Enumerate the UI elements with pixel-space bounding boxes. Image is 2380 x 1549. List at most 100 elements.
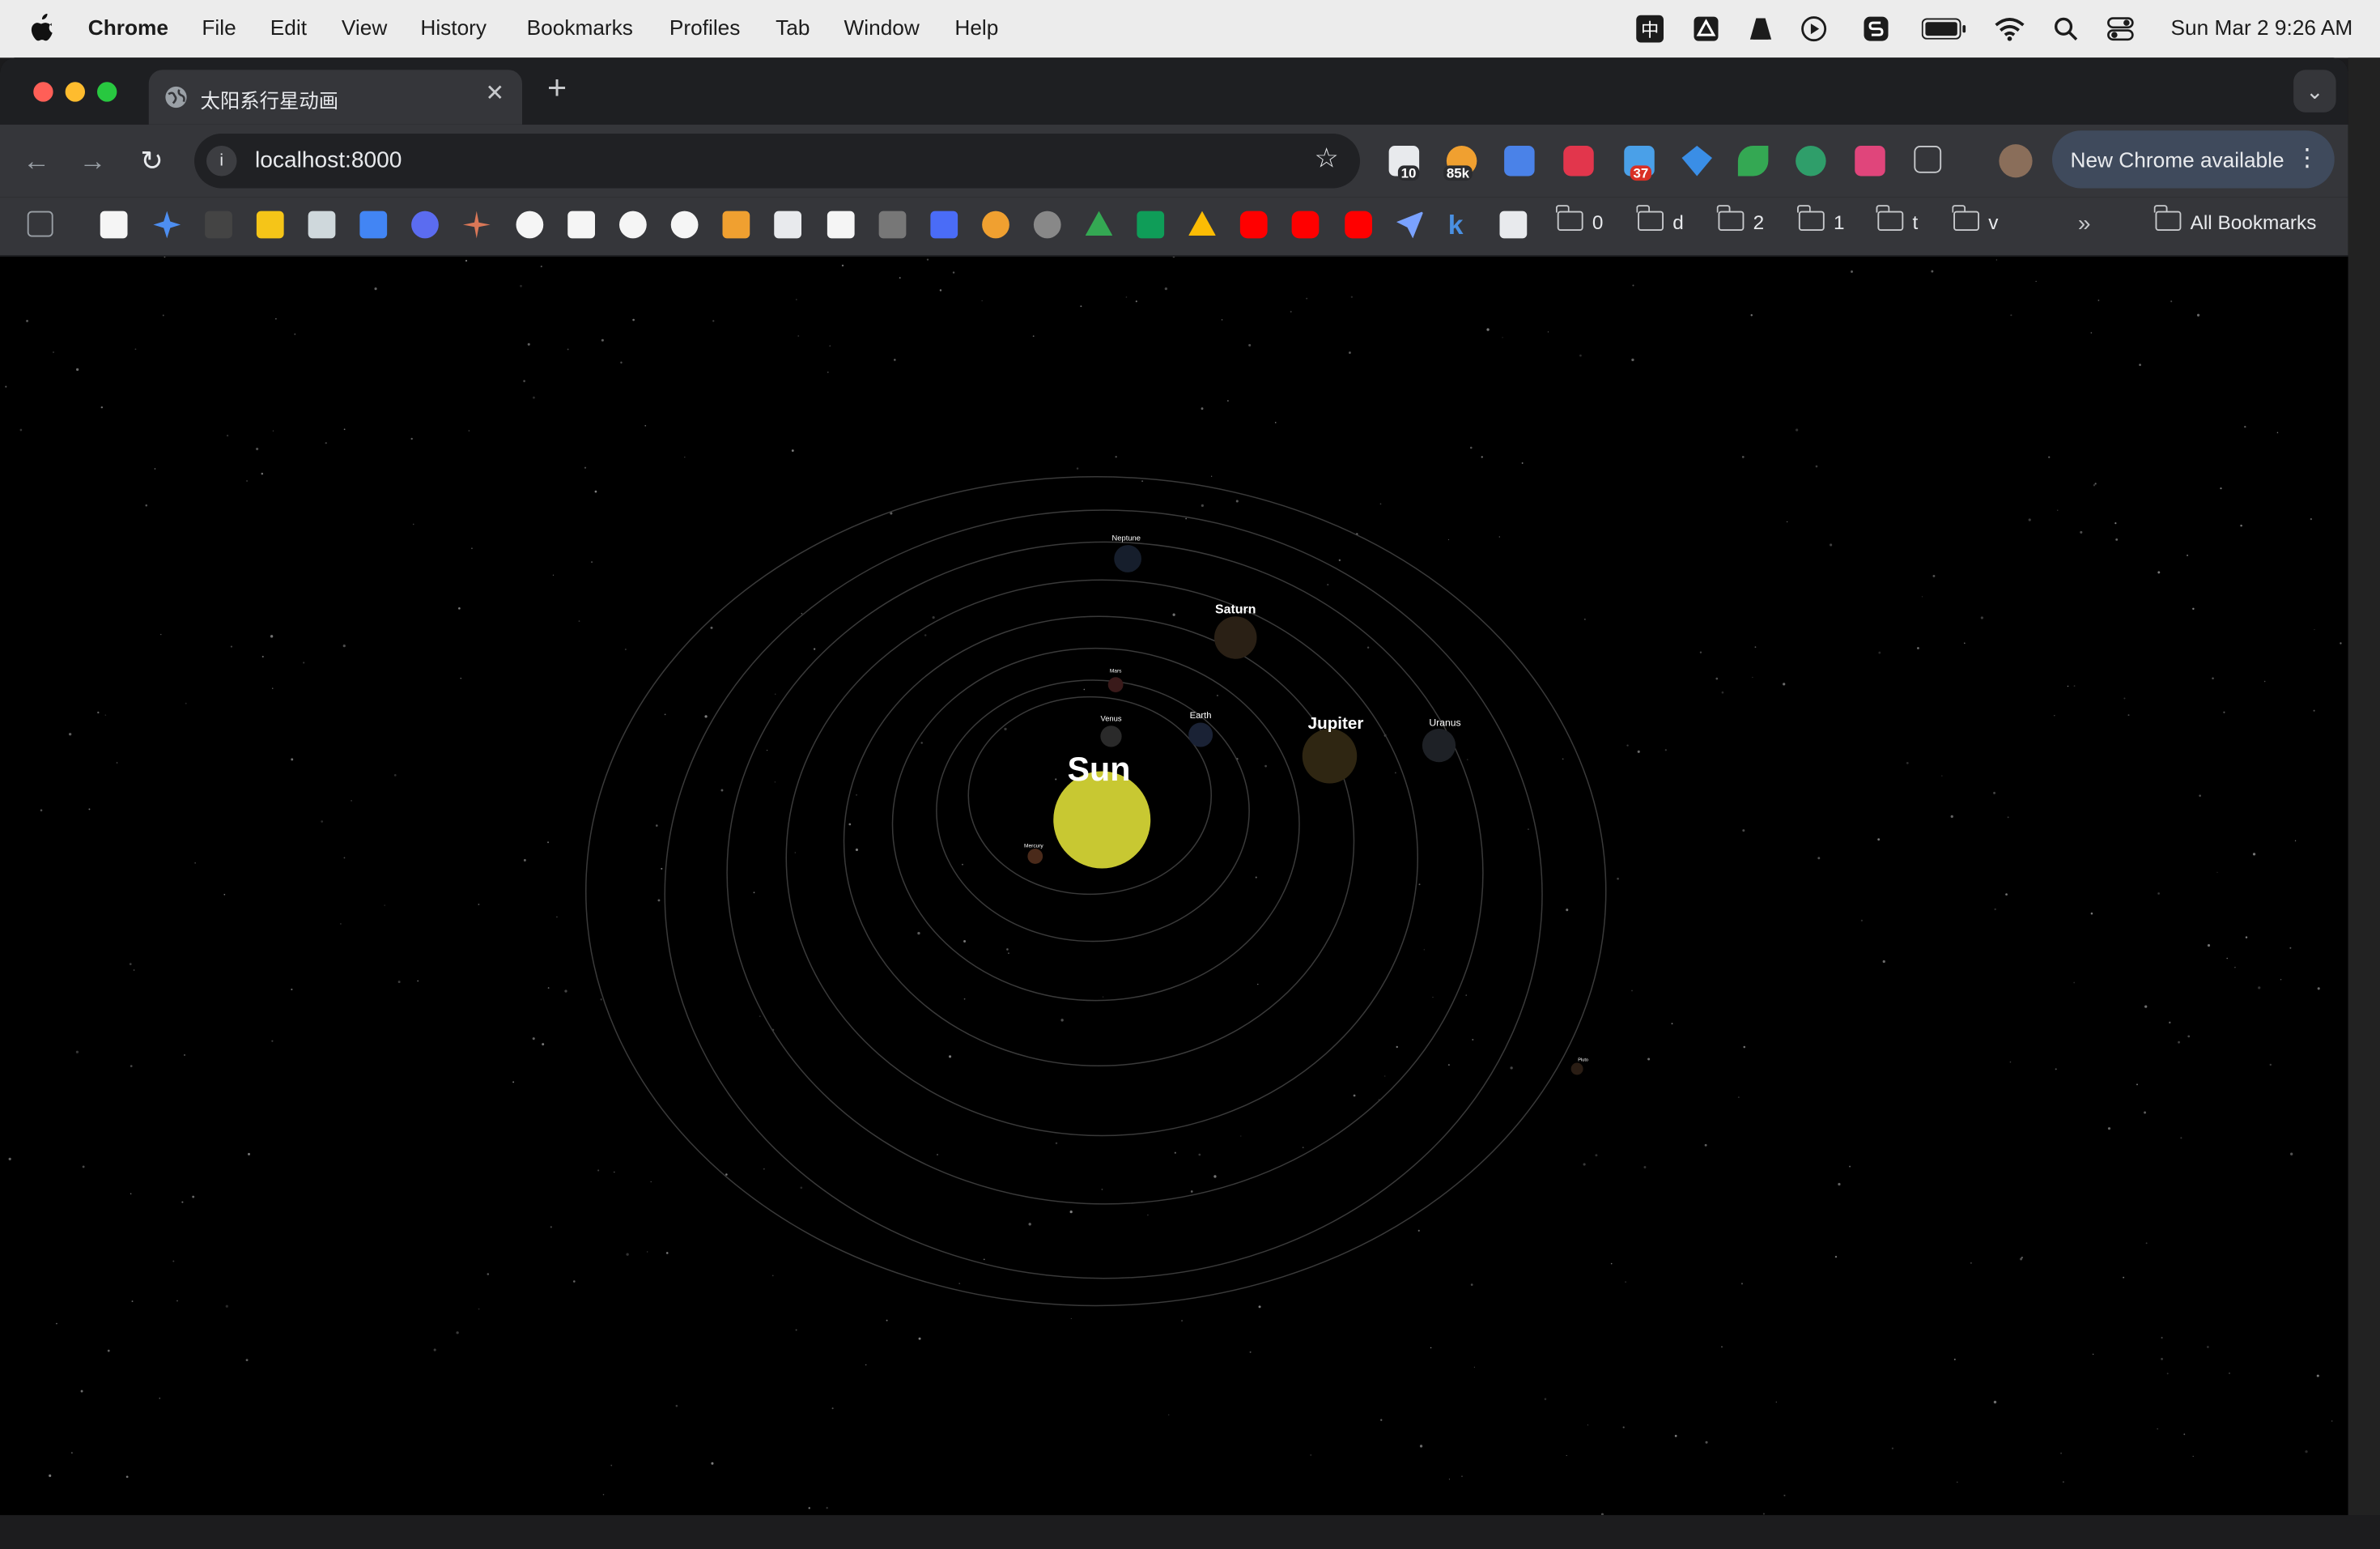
bookmark-drive-icon[interactable] — [1188, 211, 1216, 236]
bookmark-folder[interactable]: 1 — [1797, 205, 1845, 234]
star — [963, 998, 966, 1000]
tab-search-chevron-icon[interactable]: ⌄ — [2293, 70, 2336, 113]
menu-view[interactable]: View — [342, 15, 387, 40]
bookmark-folder[interactable]: 0 — [1556, 205, 1603, 234]
bookmark-favicon[interactable] — [205, 211, 232, 239]
tab-active[interactable]: 太阳系行星动画 ✕ — [148, 70, 522, 125]
extension-pocket-icon[interactable] — [1563, 146, 1594, 177]
star — [1521, 462, 1524, 464]
bookmark-translate-icon[interactable] — [359, 211, 388, 239]
wifi-icon[interactable] — [1995, 15, 2025, 43]
more-bookmarks-chevron-icon[interactable]: » — [2078, 211, 2091, 237]
bookmark-github-icon[interactable] — [670, 211, 699, 239]
zoom-window-icon[interactable] — [97, 82, 117, 102]
battery-icon[interactable] — [1921, 15, 1967, 43]
bookmark-folder[interactable]: v — [1953, 205, 1998, 234]
menu-tab[interactable]: Tab — [776, 15, 810, 40]
extension-translate-icon[interactable] — [1504, 146, 1535, 177]
apps-grid-icon[interactable] — [27, 211, 53, 237]
back-arrow-icon[interactable]: ← — [19, 143, 55, 179]
bookmark-drive-icon[interactable] — [1085, 211, 1113, 236]
planet-saturn[interactable]: Saturn — [1214, 603, 1257, 659]
bookmark-favicon[interactable] — [774, 211, 801, 239]
new-tab-icon[interactable]: + — [541, 70, 574, 106]
all-bookmarks-folder[interactable]: All Bookmarks — [2154, 205, 2316, 234]
bookmark-openai-icon[interactable] — [516, 211, 544, 239]
menu-bookmarks[interactable]: Bookmarks — [527, 15, 633, 40]
bookmark-sheets-icon[interactable] — [1137, 211, 1165, 239]
extension-quote-icon[interactable] — [1796, 146, 1826, 177]
planet-mercury[interactable]: Mercury — [1024, 843, 1043, 864]
planet-jupiter[interactable]: Jupiter — [1302, 714, 1364, 784]
bookmark-k-icon[interactable]: k — [1448, 211, 1476, 239]
reload-icon[interactable]: ↻ — [134, 143, 170, 179]
planet-pluto[interactable]: Pluto — [1570, 1058, 1588, 1075]
star — [865, 1364, 867, 1366]
play-icon[interactable] — [1800, 15, 1828, 43]
star — [2223, 711, 2225, 713]
input-method-icon[interactable]: 中 — [1636, 15, 1664, 43]
menu-window[interactable]: Window — [844, 15, 920, 40]
star — [1699, 651, 1702, 653]
solar-system-canvas[interactable]: Sun Mercury Venus Earth Mars Jupiter Sat… — [0, 256, 2348, 1516]
bookmark-folder[interactable]: 2 — [1717, 205, 1764, 234]
s-app-icon[interactable] — [1863, 15, 1890, 43]
close-window-icon[interactable] — [33, 82, 53, 102]
bookmark-rocket-icon[interactable] — [1396, 211, 1424, 239]
bookmark-favicon[interactable] — [930, 211, 958, 239]
planet-mars[interactable]: Mars — [1107, 669, 1124, 692]
star — [1469, 446, 1473, 449]
bookmark-folder[interactable]: t — [1876, 205, 1918, 234]
star — [1834, 1255, 1838, 1258]
bookmark-favicon[interactable] — [982, 211, 1009, 239]
menu-edit[interactable]: Edit — [270, 15, 307, 40]
close-tab-icon[interactable]: ✕ — [480, 79, 511, 110]
extension-leaf-icon[interactable] — [1737, 146, 1769, 177]
kebab-menu-icon[interactable]: ⋮ — [2295, 143, 2319, 173]
minimize-window-icon[interactable] — [65, 82, 85, 102]
bookmark-sparkle-icon[interactable] — [153, 211, 181, 239]
menu-help[interactable]: Help — [954, 15, 998, 40]
planet-venus[interactable]: Venus — [1100, 715, 1122, 747]
planet-neptune[interactable]: Neptune — [1112, 534, 1141, 572]
control-center-icon[interactable] — [2107, 15, 2135, 43]
forward-arrow-icon[interactable]: → — [74, 143, 111, 179]
address-bar[interactable]: i localhost:8000 ☆ — [194, 134, 1360, 189]
bookmark-youtube-icon[interactable] — [1291, 211, 1320, 239]
menu-app-name[interactable]: Chrome — [88, 15, 168, 40]
drive-icon[interactable] — [1693, 15, 1720, 43]
extension-gem-icon[interactable] — [1681, 146, 1712, 177]
bookmark-favicon[interactable] — [722, 211, 750, 239]
planet-earth[interactable]: Earth — [1188, 711, 1213, 747]
vlc-icon[interactable] — [1747, 15, 1774, 43]
bookmark-favicon[interactable] — [100, 211, 128, 239]
menu-profiles[interactable]: Profiles — [669, 15, 741, 40]
menubar-clock[interactable]: Sun Mar 2 9:26 AM — [2171, 15, 2353, 40]
sun[interactable]: Sun — [1053, 751, 1151, 869]
bookmark-folder[interactable]: d — [1637, 205, 1684, 234]
bookmark-favicon[interactable] — [878, 211, 907, 239]
spotlight-search-icon[interactable] — [2054, 15, 2078, 43]
extensions-puzzle-icon[interactable] — [1914, 146, 1942, 173]
bookmark-x-icon[interactable] — [567, 211, 595, 239]
bookmark-imdb-icon[interactable] — [256, 211, 284, 239]
bookmark-favicon[interactable] — [1033, 211, 1061, 239]
bookmark-claude-icon[interactable] — [462, 211, 491, 239]
bookmark-youtube-icon[interactable] — [1345, 211, 1372, 239]
bookmark-github-icon[interactable] — [619, 211, 647, 239]
bookmark-star-icon[interactable]: ☆ — [1314, 143, 1338, 174]
site-info-icon[interactable]: i — [206, 146, 237, 177]
bookmark-youtube-icon[interactable] — [1239, 211, 1268, 239]
bookmark-favicon[interactable] — [1499, 211, 1528, 239]
menu-history[interactable]: History — [420, 15, 487, 40]
address-url[interactable]: localhost:8000 — [255, 147, 402, 173]
bookmark-favicon[interactable] — [411, 211, 439, 239]
bookmark-favicon[interactable] — [308, 211, 336, 239]
apple-logo-icon[interactable] — [31, 13, 55, 41]
planet-uranus[interactable]: Uranus — [1422, 717, 1461, 763]
profile-avatar[interactable] — [1999, 144, 2033, 178]
new-chrome-available-button[interactable]: New Chrome available ⋮ — [2052, 130, 2335, 189]
bookmark-favicon[interactable] — [827, 211, 855, 239]
menu-file[interactable]: File — [202, 15, 236, 40]
extension-ca-icon[interactable] — [1855, 146, 1885, 177]
